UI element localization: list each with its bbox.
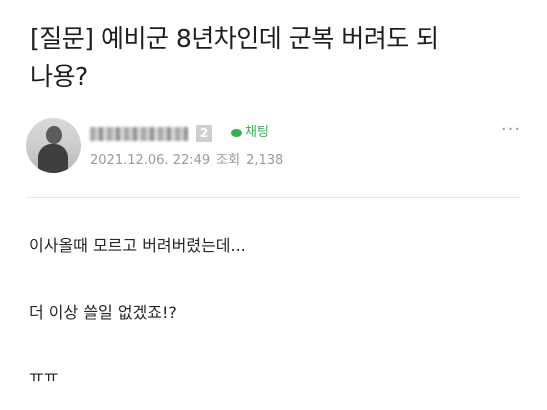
post-title-line-1: [질문] 예비군 8년차인데 군복 버려도 되 (30, 24, 439, 53)
avatar-body-shape (38, 144, 68, 173)
views-count: 2,138 (246, 153, 284, 168)
chat-label: 채팅 (245, 125, 269, 140)
views-label: 조회 (216, 153, 241, 168)
body-line-1: 이사올때 모르고 버려버렸는데... (29, 236, 246, 255)
chat-button[interactable]: 채팅 (231, 124, 269, 142)
body-line-2: 더 이상 쓸일 없겠죠!? (29, 303, 177, 322)
author-nickname-blurred[interactable] (90, 127, 188, 141)
post-title-line-2: 나용? (30, 62, 88, 91)
post-meta: 2021.12.06. 22:49 조회 2,138 (90, 152, 289, 170)
avatar[interactable] (26, 118, 81, 173)
divider (26, 197, 521, 198)
author-level-badge: 2 (196, 125, 212, 142)
more-options-icon[interactable]: ··· (496, 118, 526, 142)
chat-bubble-icon (231, 129, 242, 137)
post-title: [질문] 예비군 8년차인데 군복 버려도 되 나용? (30, 20, 530, 96)
avatar-head-shape (46, 126, 62, 144)
body-line-3: ㅠㅠ (29, 367, 59, 386)
post-date: 2021.12.06. 22:49 (90, 153, 211, 168)
author-info: 2 채팅 2021.12.06. 22:49 조회 2,138 ··· (26, 118, 526, 178)
